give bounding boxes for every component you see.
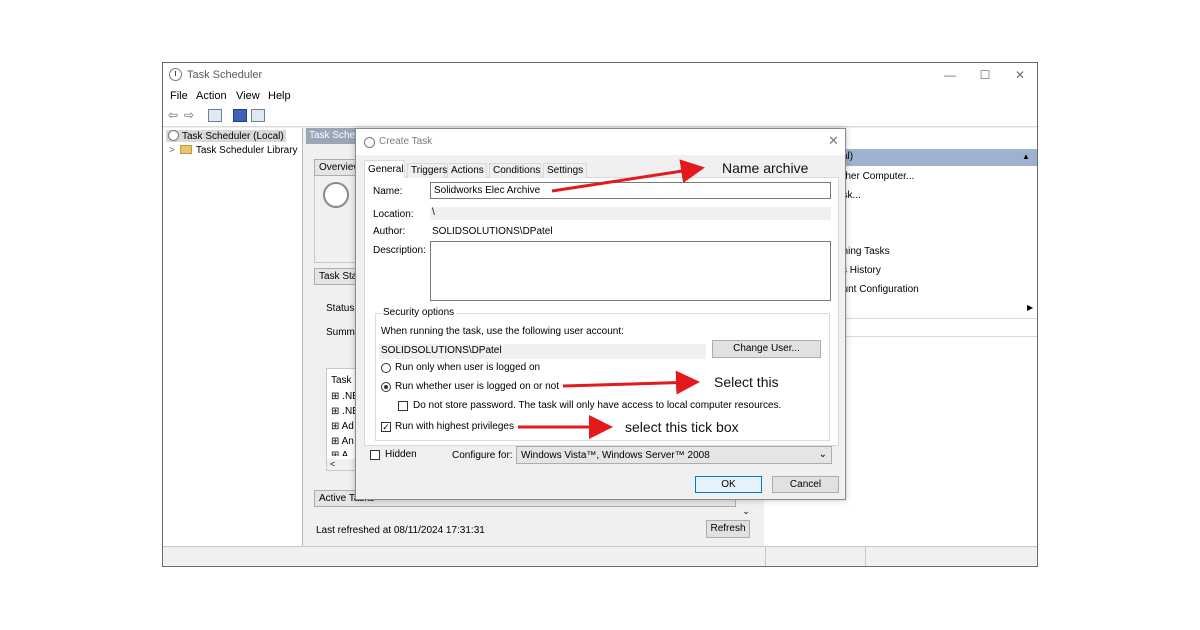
annotation-name-archive: Name archive [722, 160, 809, 176]
arrow-to-name-field [551, 159, 705, 193]
arrow-to-run-whether-option [562, 370, 700, 395]
annotation-select-tick-box: select this tick box [625, 419, 739, 435]
annotation-arrows [518, 159, 705, 439]
annotation-select-this: Select this [714, 374, 779, 390]
